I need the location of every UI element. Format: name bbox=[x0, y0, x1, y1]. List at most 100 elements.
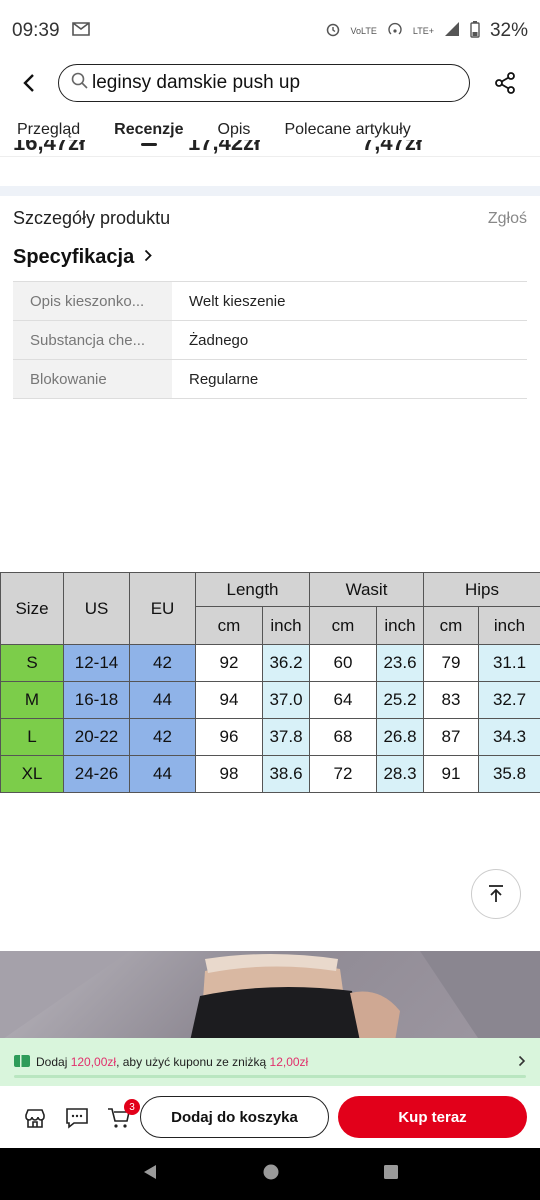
cell-size: M bbox=[0, 681, 64, 719]
size-chart-table: Size US EU Length Wasit Hips cm inch cm … bbox=[0, 572, 540, 793]
spec-value: Żadnego bbox=[189, 331, 249, 349]
chevron-right-icon bbox=[144, 249, 152, 267]
system-nav-bar bbox=[0, 1148, 540, 1200]
price-strip: 16,47zł 17,42zł 7,47zł bbox=[0, 140, 540, 157]
section-divider bbox=[0, 186, 540, 196]
search-header: leginsy damskie push up bbox=[0, 62, 540, 104]
nav-home-button[interactable] bbox=[262, 1163, 280, 1186]
spec-value: Welt kieszenie bbox=[189, 292, 286, 310]
cell-waist-inch: 23.6 bbox=[376, 644, 424, 682]
cell-waist-inch: 28.3 bbox=[376, 755, 424, 793]
cell-size: S bbox=[0, 644, 64, 682]
battery-icon bbox=[470, 20, 480, 42]
cell-us: 12-14 bbox=[63, 644, 130, 682]
cell-hips-inch: 31.1 bbox=[477, 644, 540, 682]
cell-us: 24-26 bbox=[63, 755, 130, 793]
nav-recents-button[interactable] bbox=[383, 1164, 399, 1185]
cell-length-inch: 37.8 bbox=[262, 718, 310, 756]
chat-icon bbox=[66, 1108, 88, 1129]
cell-hips-cm: 87 bbox=[423, 718, 479, 756]
buy-now-button[interactable]: Kup teraz bbox=[338, 1096, 527, 1138]
circle-home-icon bbox=[263, 1164, 279, 1179]
spec-key: Opis kieszonko... bbox=[13, 282, 172, 320]
scroll-to-top-button[interactable] bbox=[471, 869, 521, 919]
cell-hips-cm: 91 bbox=[423, 755, 479, 793]
share-button[interactable] bbox=[470, 62, 540, 104]
store-button[interactable] bbox=[14, 1097, 56, 1139]
header-inch: inch bbox=[376, 606, 424, 645]
header-length: Length bbox=[195, 572, 310, 607]
signal-icon bbox=[444, 21, 460, 41]
header-cm: cm bbox=[309, 606, 377, 645]
volte-indicator: VoLTE bbox=[350, 26, 377, 36]
bottom-action-bar: 3 Dodaj do koszyka Kup teraz bbox=[0, 1088, 540, 1148]
coupon-prefix: Dodaj bbox=[36, 1055, 68, 1069]
alarm-icon bbox=[325, 21, 341, 41]
specification-link[interactable]: Specyfikacja bbox=[13, 246, 152, 269]
details-header: Szczegóły produktu Zgłoś bbox=[13, 208, 527, 229]
coupon-amount: 120,00zł bbox=[70, 1055, 117, 1069]
clock: 09:39 bbox=[12, 20, 60, 41]
price-partial: 16,47zł bbox=[13, 140, 86, 155]
share-icon bbox=[495, 72, 515, 94]
price-partial: 17,42zł bbox=[188, 140, 261, 155]
spec-row: Blokowanie Regularne bbox=[13, 360, 527, 399]
report-link[interactable]: Zgłoś bbox=[488, 210, 527, 228]
spec-value: Regularne bbox=[189, 370, 259, 388]
cell-eu: 44 bbox=[129, 681, 196, 719]
gmail-icon bbox=[71, 21, 90, 41]
chevron-left-icon bbox=[23, 74, 34, 92]
chevron-right-icon bbox=[518, 1054, 526, 1070]
coupon-banner[interactable]: Dodaj 120,00zł , aby użyć kuponu ze zniż… bbox=[0, 1038, 540, 1086]
cell-eu: 44 bbox=[129, 755, 196, 793]
cell-eu: 42 bbox=[129, 718, 196, 756]
spec-key: Blokowanie bbox=[13, 360, 172, 398]
coupon-text: , aby użyć kuponu ze zniżką bbox=[116, 1055, 267, 1069]
nav-back-button[interactable] bbox=[141, 1163, 159, 1186]
spec-row: Substancja che... Żadnego bbox=[13, 321, 527, 360]
size-row: L 20-22 42 96 37.8 68 26.8 87 34.3 bbox=[0, 718, 540, 756]
search-input[interactable]: leginsy damskie push up bbox=[58, 64, 470, 102]
leggings-photo-icon bbox=[0, 951, 540, 1041]
details-title: Szczegóły produktu bbox=[13, 208, 171, 228]
header-us: US bbox=[63, 572, 130, 645]
spec-table: Opis kieszonko... Welt kieszenie Substan… bbox=[13, 281, 527, 399]
header-cm: cm bbox=[195, 606, 263, 645]
price-partial: 7,47zł bbox=[362, 140, 422, 155]
back-button[interactable] bbox=[0, 62, 58, 104]
store-icon bbox=[25, 1109, 45, 1128]
size-row: M 16-18 44 94 37.0 64 25.2 83 32.7 bbox=[0, 681, 540, 719]
coupon-progress bbox=[14, 1075, 526, 1078]
add-to-cart-button[interactable]: Dodaj do koszyka bbox=[140, 1096, 329, 1138]
triangle-back-icon bbox=[144, 1164, 157, 1179]
cell-waist-cm: 68 bbox=[309, 718, 377, 756]
header-hips: Hips bbox=[422, 572, 540, 607]
search-icon bbox=[71, 72, 88, 94]
cell-hips-cm: 79 bbox=[423, 644, 479, 682]
spec-key: Substancja che... bbox=[13, 321, 172, 359]
cell-length-inch: 37.0 bbox=[262, 681, 310, 719]
cart-count-badge: 3 bbox=[124, 1099, 140, 1115]
cell-waist-cm: 72 bbox=[309, 755, 377, 793]
cell-waist-inch: 26.8 bbox=[376, 718, 424, 756]
spec-row: Opis kieszonko... Welt kieszenie bbox=[13, 282, 527, 321]
header-cm: cm bbox=[423, 606, 479, 645]
network-type: LTE+ bbox=[412, 26, 434, 36]
square-recents-icon bbox=[383, 1164, 398, 1179]
cell-length-cm: 94 bbox=[195, 681, 263, 719]
cart-button[interactable]: 3 bbox=[98, 1097, 140, 1139]
size-row: XL 24-26 44 98 38.6 72 28.3 91 35.8 bbox=[0, 755, 540, 793]
header-eu: EU bbox=[129, 572, 196, 645]
chat-button[interactable] bbox=[56, 1097, 98, 1139]
battery-percent: 32% bbox=[489, 20, 528, 41]
coupon-icon bbox=[14, 1054, 30, 1070]
size-chart-image: Size US EU Length Wasit Hips cm inch cm … bbox=[0, 572, 540, 793]
status-bar: 09:39 VoLTE LTE+ 32% bbox=[0, 0, 540, 62]
search-query: leginsy damskie push up bbox=[92, 72, 301, 93]
status-icons: VoLTE LTE+ 32% bbox=[325, 20, 528, 42]
header-inch: inch bbox=[262, 606, 310, 645]
cell-us: 16-18 bbox=[63, 681, 130, 719]
cell-waist-cm: 60 bbox=[309, 644, 377, 682]
cell-length-cm: 92 bbox=[195, 644, 263, 682]
coupon-discount: 12,00zł bbox=[269, 1055, 309, 1069]
